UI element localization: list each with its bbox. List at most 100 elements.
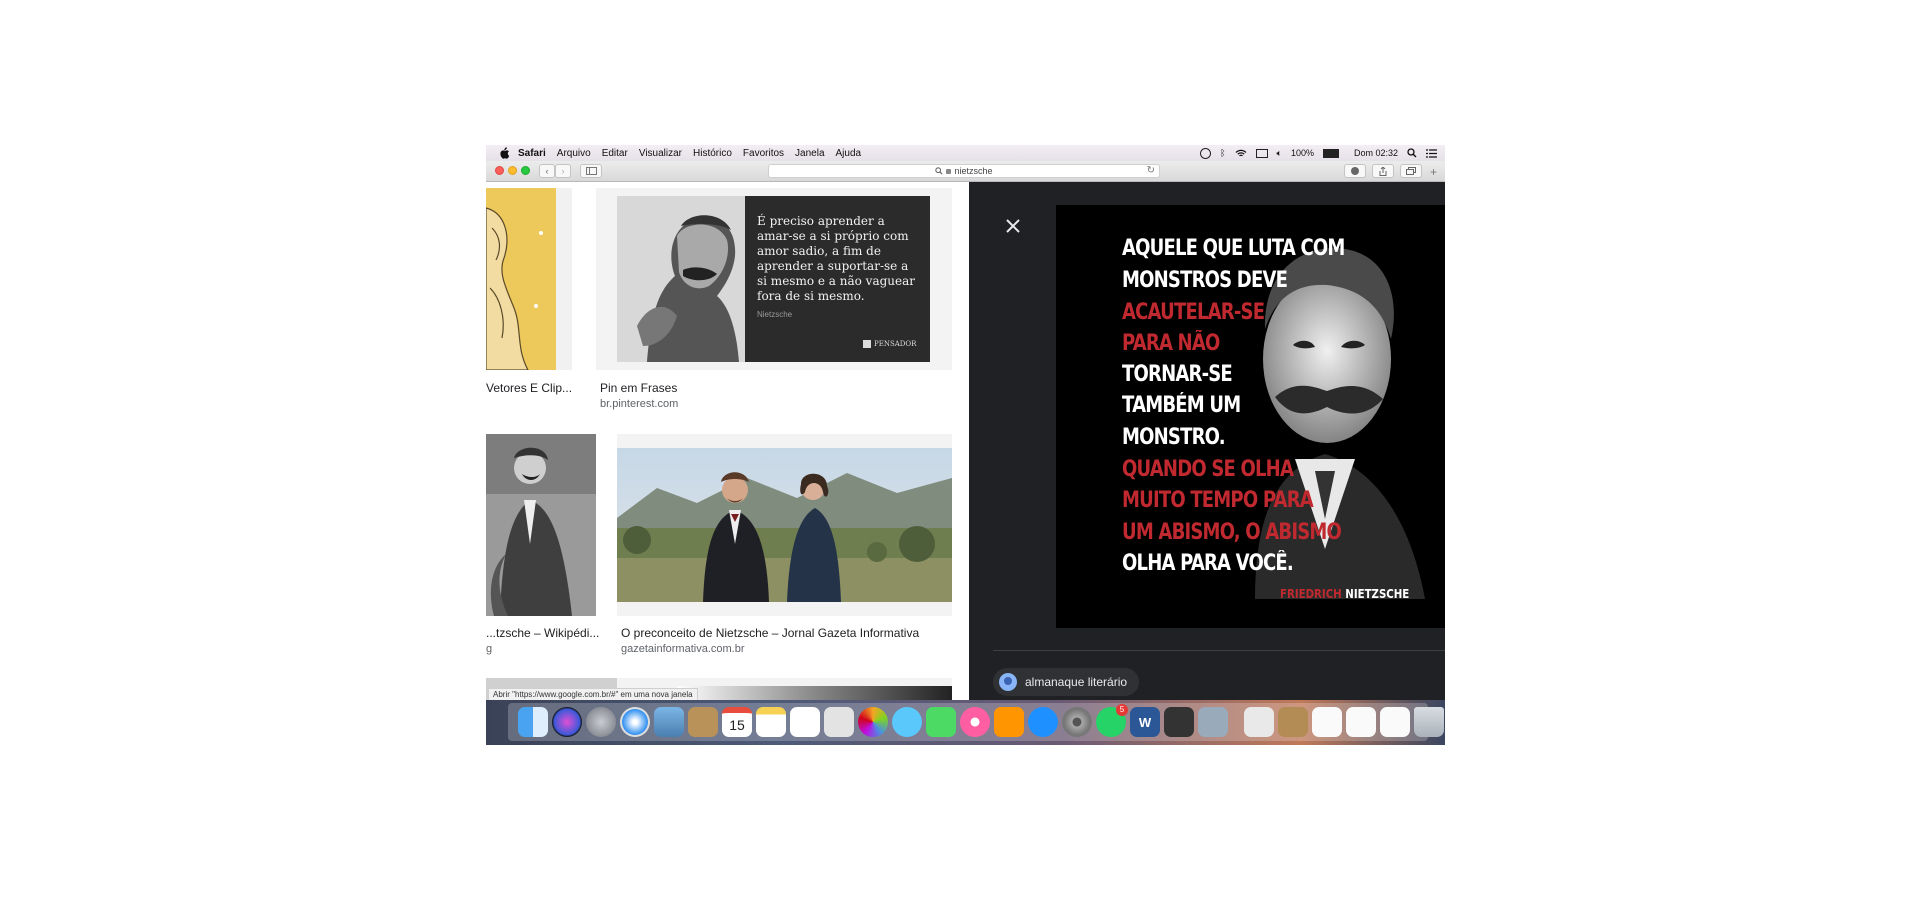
airplay-icon[interactable] — [1255, 148, 1268, 158]
notification-badge: 5 — [1116, 704, 1128, 716]
menu-editar[interactable]: Editar — [602, 148, 628, 159]
quote-line: É preciso aprender a — [757, 214, 885, 228]
address-bar[interactable]: nietzsche ↻ — [768, 164, 1160, 178]
spotlight-search-icon[interactable] — [1407, 148, 1417, 158]
finder-icon[interactable] — [518, 707, 548, 737]
reload-icon[interactable]: ↻ — [1147, 165, 1155, 176]
menu-favoritos[interactable]: Favoritos — [743, 148, 784, 159]
image-results-grid: Vetores E Clip... É preciso aprender a a… — [486, 182, 969, 700]
preview-quote-line: QUANDO SE OLHA — [1122, 457, 1294, 482]
result-title[interactable]: ...tzsche – Wikipédi... — [486, 626, 599, 640]
dock: 15 5 W — [486, 700, 1445, 745]
downloads-stack-icon[interactable] — [1244, 707, 1274, 737]
menu-arquivo[interactable]: Arquivo — [557, 148, 591, 159]
notification-center-icon[interactable] — [1426, 148, 1437, 158]
result-title[interactable]: O preconceito de Nietzsche – Jornal Gaze… — [621, 626, 919, 640]
search-icon — [935, 167, 944, 175]
system-preferences-icon[interactable] — [1062, 707, 1092, 737]
menu-historico[interactable]: Histórico — [693, 148, 732, 159]
sidebar-button[interactable] — [580, 164, 602, 178]
image-capture-icon[interactable] — [1198, 707, 1228, 737]
wifi-icon[interactable] — [1235, 149, 1247, 158]
preview-quote-line: TAMBÉM UM — [1122, 393, 1241, 418]
document-icon[interactable] — [1346, 707, 1376, 737]
app-store-icon[interactable] — [1028, 707, 1058, 737]
result-title[interactable]: Vetores E Clip... — [486, 381, 572, 395]
printer-icon[interactable] — [1164, 707, 1194, 737]
image-preview-panel: AQUELE QUE LUTA COM MONSTROS DEVE ACAUTE… — [969, 182, 1445, 700]
share-button[interactable] — [1372, 164, 1394, 178]
result-site[interactable]: g — [486, 643, 492, 655]
menu-extras: ᛒ 🔈︎ 100% Dom 02:32 — [1200, 145, 1437, 161]
volume-icon[interactable]: 🔈︎ — [1277, 148, 1282, 159]
close-window-button[interactable] — [495, 166, 504, 175]
sidebar-icon — [585, 167, 597, 175]
bluetooth-icon[interactable]: ᛒ — [1220, 148, 1225, 158]
clock[interactable]: Dom 02:32 — [1354, 148, 1398, 158]
tabs-overview-button[interactable] — [1400, 164, 1422, 178]
preview-divider — [993, 650, 1445, 651]
preview-image[interactable]: AQUELE QUE LUTA COM MONSTROS DEVE ACAUTE… — [1056, 205, 1445, 628]
wikipedia-photo — [486, 434, 596, 616]
preview-app-icon[interactable] — [654, 707, 684, 737]
address-text: nietzsche — [954, 166, 993, 176]
document-icon[interactable] — [1312, 707, 1342, 737]
itunes-icon[interactable] — [960, 707, 990, 737]
close-preview-icon[interactable] — [1005, 218, 1021, 234]
preview-quote-line: UM ABISMO, O ABISMO — [1122, 520, 1342, 545]
preview-quote-line: MUITO TEMPO PARA — [1122, 488, 1314, 513]
back-button[interactable]: ‹ — [539, 164, 555, 178]
preview-quote-line: OLHA PARA VOCÊ. — [1122, 551, 1294, 576]
result-thumbnail-gazeta[interactable] — [617, 434, 952, 616]
minimize-window-button[interactable] — [508, 166, 517, 175]
preview-quote-line: ACAUTELAR-SE — [1122, 300, 1265, 325]
word-letter: W — [1138, 714, 1152, 730]
battery-icon[interactable] — [1322, 148, 1339, 158]
result-thumbnail-clipart[interactable] — [486, 188, 572, 371]
document-icon[interactable] — [1380, 707, 1410, 737]
new-tab-icon[interactable]: + — [1430, 165, 1437, 179]
preview-quote-line: TORNAR-SE — [1122, 362, 1233, 387]
messages-icon[interactable] — [892, 707, 922, 737]
trash-icon[interactable] — [1414, 707, 1444, 737]
photos-icon[interactable] — [858, 707, 888, 737]
launchpad-icon[interactable] — [586, 707, 616, 737]
contacts-icon[interactable] — [688, 707, 718, 737]
safari-icon[interactable] — [620, 707, 650, 737]
siri-icon[interactable] — [552, 707, 582, 737]
notes-icon[interactable] — [756, 707, 786, 737]
partial-image — [677, 686, 952, 700]
result-site[interactable]: br.pinterest.com — [600, 398, 678, 410]
reminders-icon[interactable] — [790, 707, 820, 737]
tabs-icon — [1406, 167, 1416, 175]
quote-line: si mesmo e a não vaguear — [757, 274, 916, 288]
ibooks-icon[interactable] — [994, 707, 1024, 737]
menu-janela[interactable]: Janela — [795, 148, 824, 159]
preview-signature: FRIEDRICH NIETZSCHE — [1280, 587, 1409, 601]
result-thumbnail-wikipedia[interactable] — [486, 434, 596, 616]
source-chip[interactable]: almanaque literário — [993, 668, 1140, 696]
menu-visualizar[interactable]: Visualizar — [639, 148, 682, 159]
apple-icon[interactable] — [498, 147, 510, 159]
word-icon[interactable]: W — [1130, 707, 1160, 737]
time-machine-icon[interactable] — [1200, 147, 1212, 159]
photo-booth-icon[interactable] — [824, 707, 854, 737]
document-stack-icon[interactable] — [1278, 707, 1308, 737]
zoom-window-button[interactable] — [521, 166, 530, 175]
forward-button[interactable]: › — [555, 164, 571, 178]
facetime-icon[interactable] — [926, 707, 956, 737]
menu-ajuda[interactable]: Ajuda — [836, 148, 862, 159]
quote-line: amor sadio, a fim de — [757, 244, 881, 258]
result-site[interactable]: gazetainformativa.com.br — [621, 643, 745, 655]
download-icon — [1351, 167, 1359, 175]
preview-quote-line: MONSTRO. — [1122, 425, 1226, 450]
result-thumbnail-pensador[interactable]: É preciso aprender a amar-se a si própri… — [596, 188, 952, 370]
quote-card-image: É preciso aprender a amar-se a si própri… — [617, 196, 930, 362]
whatsapp-icon[interactable]: 5 — [1096, 704, 1128, 737]
dock-shelf: 15 5 W — [508, 703, 1444, 741]
source-name: almanaque literário — [1025, 675, 1128, 689]
menu-app-safari[interactable]: Safari — [518, 148, 546, 159]
calendar-icon[interactable]: 15 — [722, 707, 752, 737]
downloads-button[interactable] — [1344, 164, 1366, 178]
result-title[interactable]: Pin em Frases — [600, 381, 677, 395]
